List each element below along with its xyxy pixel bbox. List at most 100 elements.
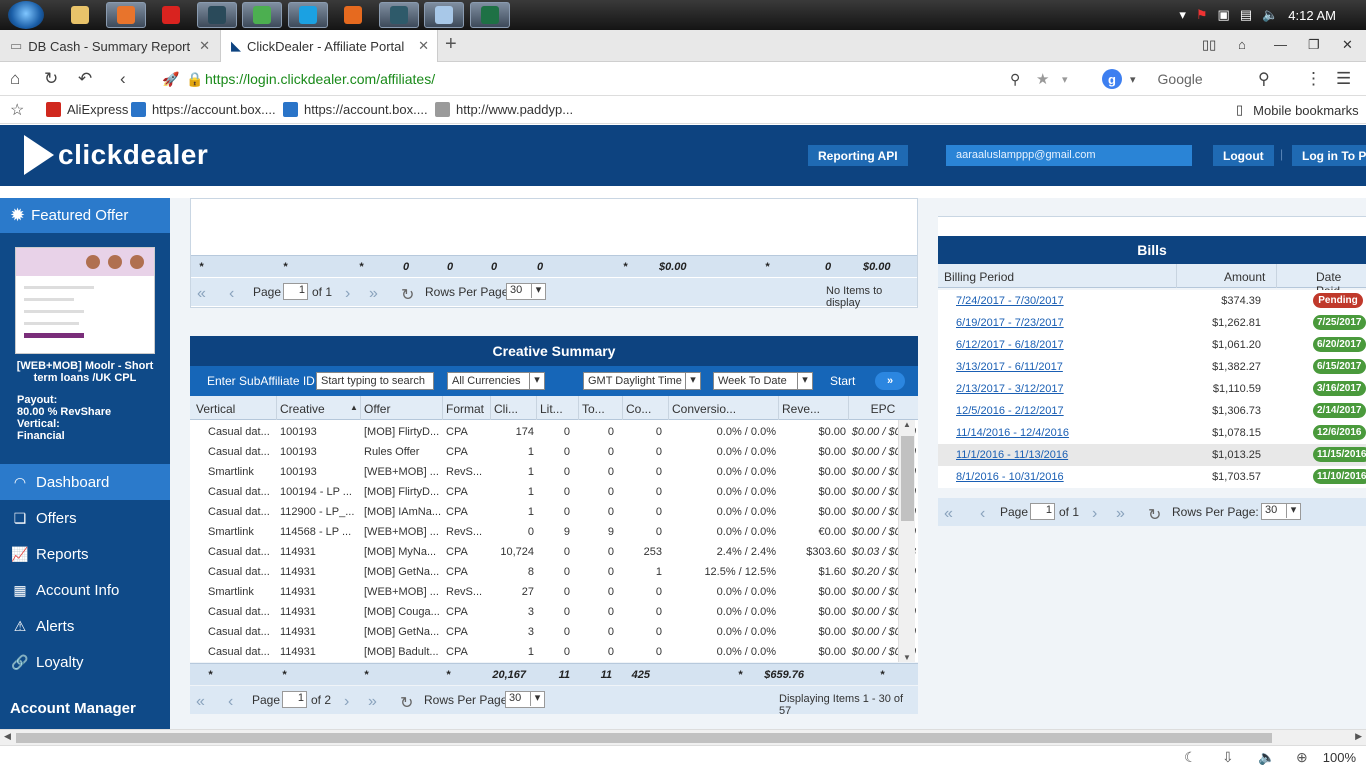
col-header[interactable]: Co... <box>626 402 668 416</box>
table-row[interactable]: Casual dat... 100193 [MOB] FlirtyD... CPA 17… <box>190 422 916 442</box>
scroll-up-icon[interactable]: ▲ <box>903 420 911 429</box>
user-email[interactable]: aaraaluslamppp@gmail.com <box>946 145 1192 166</box>
billing-period-link[interactable]: 2/13/2017 - 3/12/2017 <box>956 383 1064 395</box>
rows-per-page-select[interactable]: 30 <box>505 691 545 708</box>
col-header[interactable]: Lit... <box>540 402 578 416</box>
col-header[interactable]: EPC <box>852 402 914 416</box>
horizontal-scrollbar[interactable]: ◀ ▶ <box>0 729 1366 745</box>
bookmark-box-2[interactable]: https://account.box.... <box>283 102 428 117</box>
taskbar-app[interactable] <box>469 2 510 28</box>
minimize-icon[interactable]: — <box>1274 37 1287 52</box>
zoom-level[interactable]: 100% <box>1323 750 1356 765</box>
tray-chevron-icon[interactable]: ▾ <box>1179 7 1186 23</box>
next-page-icon[interactable]: › <box>344 693 349 711</box>
prev-page-icon[interactable]: ‹ <box>980 505 985 523</box>
billing-period-link[interactable]: 7/24/2017 - 7/30/2017 <box>956 295 1064 307</box>
sidebar-item-reports[interactable]: 📈 Reports <box>0 536 170 572</box>
col-header[interactable]: Format <box>446 402 490 416</box>
featured-offer-image[interactable] <box>15 247 155 354</box>
featured-offer-header[interactable]: ✹ Featured Offer <box>0 198 170 233</box>
new-tab-icon[interactable]: + <box>445 33 457 56</box>
first-page-icon[interactable]: « <box>197 285 206 303</box>
home-icon[interactable]: ⌂ <box>10 69 20 89</box>
page-input[interactable]: 1 <box>1030 503 1055 520</box>
table-row[interactable]: Smartlink 114568 - LP ... [WEB+MOB] ... Rev… <box>190 522 916 542</box>
taskbar-app[interactable] <box>196 2 237 28</box>
bookmark-aliexpress[interactable]: AliExpress <box>46 102 128 117</box>
scroll-left-icon[interactable]: ◀ <box>4 731 11 742</box>
bill-row[interactable]: 2/13/2017 - 3/12/2017 $1,110.59 3/16/2017 <box>938 378 1366 400</box>
taskbar-app[interactable] <box>287 2 328 28</box>
subaffiliate-search-input[interactable]: Start typing to search <box>316 372 434 390</box>
next-page-icon[interactable]: › <box>1092 505 1097 523</box>
refresh-icon[interactable]: ↻ <box>401 285 414 305</box>
search-input[interactable]: Google <box>1158 71 1203 87</box>
tab-clickdealer[interactable]: ◣ ClickDealer - Affiliate Portal ✕ <box>220 30 438 62</box>
reload-icon[interactable]: ↻ <box>44 69 58 89</box>
sidebar-item-account-info[interactable]: ▦ Account Info <box>0 572 170 608</box>
rocket-icon[interactable]: 🚀 <box>162 71 179 88</box>
shirt-icon[interactable]: ⌂ <box>1238 37 1246 52</box>
billing-period-link[interactable]: 8/1/2016 - 10/31/2016 <box>956 471 1064 483</box>
search-engine-icon[interactable]: g <box>1102 69 1122 89</box>
bill-row[interactable]: 12/5/2016 - 2/12/2017 $1,306.73 2/14/2017 <box>938 400 1366 422</box>
back-icon[interactable]: ‹ <box>120 69 126 89</box>
clock[interactable]: 4:12 AM <box>1288 8 1336 23</box>
bookmark-star-icon[interactable]: ☆ <box>10 100 24 120</box>
bill-row[interactable]: 11/14/2016 - 12/4/2016 $1,078.15 12/6/2016 <box>938 422 1366 444</box>
currency-select[interactable]: All Currencies <box>447 372 545 390</box>
search-icon[interactable]: ⚲ <box>1258 69 1270 89</box>
col-header[interactable]: Reve... <box>782 402 846 416</box>
last-page-icon[interactable]: » <box>1116 505 1125 523</box>
close-icon[interactable]: ✕ <box>418 38 429 54</box>
taskbar-app[interactable] <box>333 2 373 28</box>
last-page-icon[interactable]: » <box>369 285 378 303</box>
logout-button[interactable]: Logout <box>1213 145 1274 166</box>
col-header[interactable]: Vertical <box>196 402 276 416</box>
scroll-down-icon[interactable]: ▼ <box>903 653 911 662</box>
col-header[interactable]: Creative <box>280 402 360 416</box>
sidebar-item-alerts[interactable]: ⚠ Alerts <box>0 608 170 644</box>
billing-period-link[interactable]: 11/1/2016 - 11/13/2016 <box>956 449 1068 461</box>
taskbar-app[interactable] <box>242 2 282 28</box>
table-row[interactable]: Casual dat... 112900 - LP_... [MOB] IAmNa.… <box>190 502 916 522</box>
timezone-select[interactable]: GMT Daylight Time <box>583 372 701 390</box>
billing-period-link[interactable]: 3/13/2017 - 6/11/2017 <box>956 361 1063 373</box>
mobile-bookmarks[interactable]: ▯ Mobile bookmarks <box>1236 102 1359 118</box>
volume-icon[interactable]: 🔈 <box>1262 7 1278 23</box>
col-header[interactable]: Cli... <box>494 402 534 416</box>
next-page-icon[interactable]: › <box>345 285 350 303</box>
first-page-icon[interactable]: « <box>196 693 205 711</box>
scroll-thumb[interactable] <box>16 733 1272 743</box>
table-row[interactable]: Casual dat... 114931 [MOB] GetNa... CPA 8 0 0 1… <box>190 562 916 582</box>
bill-row[interactable]: 6/19/2017 - 7/23/2017 $1,262.81 7/25/2017 <box>938 312 1366 334</box>
date-range-select[interactable]: Week To Date <box>713 372 813 390</box>
table-row[interactable]: Casual dat... 100193 Rules Offer CPA 1 0 0 0 0.0… <box>190 442 916 462</box>
window-close-icon[interactable]: ✕ <box>1342 37 1353 53</box>
table-row[interactable]: Smartlink 114931 [WEB+MOB] ... RevS... 27 0 0 0… <box>190 582 916 602</box>
col-header[interactable]: Offer <box>364 402 442 416</box>
go-button[interactable]: » <box>875 372 905 390</box>
clickdealer-logo[interactable]: clickdealer <box>24 135 208 175</box>
sidebar-item-loyalty[interactable]: 🔗 Loyalty <box>0 644 170 680</box>
page-input[interactable]: 1 <box>283 283 308 300</box>
refresh-icon[interactable]: ↻ <box>1148 505 1161 525</box>
table-row[interactable]: Casual dat... 114931 [MOB] MyNa... CPA 10,72… <box>190 542 916 562</box>
vertical-scrollbar[interactable]: ▲ ▼ <box>898 420 915 662</box>
bookmark-paddyp[interactable]: http://www.paddyp... <box>435 102 573 117</box>
featured-offer-name[interactable]: [WEB+MOB] Moolr - Short term loans /UK C… <box>0 360 170 384</box>
network-icon[interactable]: ▤ <box>1240 7 1252 23</box>
sidebar-toggle-icon[interactable]: ▯▯ <box>1202 37 1216 53</box>
start-button[interactable] <box>8 1 44 29</box>
sidebar-item-offers[interactable]: ❏ Offers <box>0 500 170 536</box>
billing-period-link[interactable]: 6/19/2017 - 7/23/2017 <box>956 317 1064 329</box>
table-row[interactable]: Smartlink 100193 [WEB+MOB] ... RevS... 1 0 0 0 0… <box>190 462 916 482</box>
close-icon[interactable]: ✕ <box>199 38 210 54</box>
maximize-icon[interactable]: ❐ <box>1308 37 1320 53</box>
bill-row[interactable]: 11/1/2016 - 11/13/2016 $1,013.25 11/15/201… <box>938 444 1366 466</box>
device-icon[interactable]: ▣ <box>1218 7 1230 23</box>
taskbar-app[interactable] <box>105 2 146 28</box>
bill-row[interactable]: 3/13/2017 - 6/11/2017 $1,382.27 6/15/2017 <box>938 356 1366 378</box>
col-billing-period[interactable]: Billing Period <box>944 270 1014 284</box>
page-input[interactable]: 1 <box>282 691 307 708</box>
